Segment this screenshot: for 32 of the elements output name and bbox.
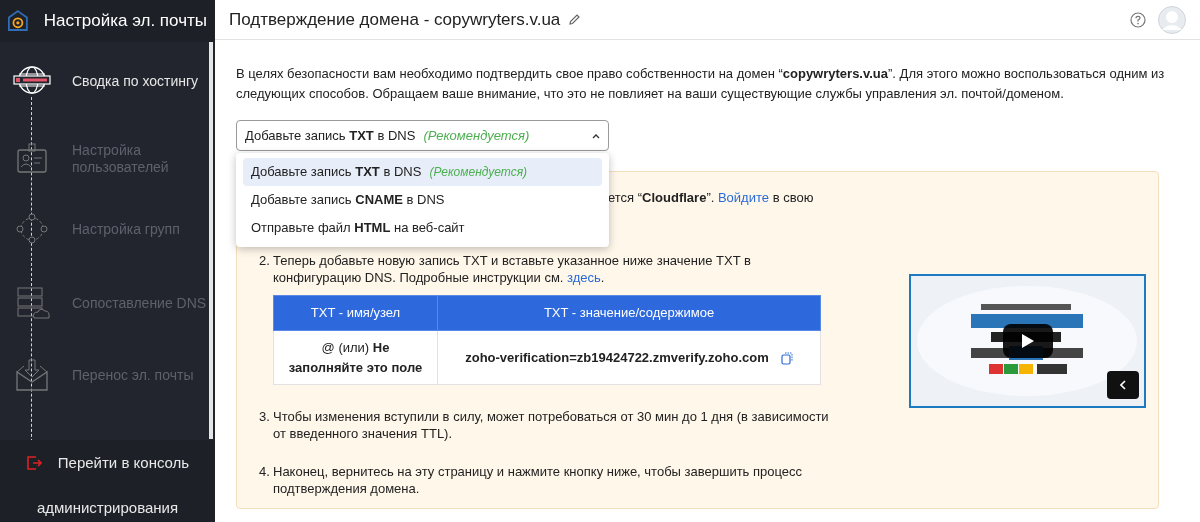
gear-house-icon (8, 9, 28, 33)
instruction-text: ется “Cloudflare”. Войдите в свою (608, 189, 814, 207)
method-select[interactable]: Добавьте запись TXT в DNS (Рекомендуется) (236, 120, 609, 151)
step-number: 4. (259, 463, 271, 481)
chevron-left-icon (1120, 380, 1126, 390)
instruction-text: Чтобы изменения вступили в силу, может потребоваться от 30 мин до 1 дня (в зависимости от введенного значения TTL). (273, 408, 830, 442)
instruction-text: Наконец, вернитесь на эту страницу и нажмите кнопку ниже, чтобы завершить процесс подтверждения домена. (273, 463, 804, 497)
play-button[interactable] (1003, 324, 1053, 358)
sidebar-step[interactable]: Сводка по хостингу (72, 72, 207, 90)
edit-icon[interactable] (568, 13, 582, 26)
link[interactable]: Войдите (717, 190, 769, 205)
intro-text: В целях безопасности вам необходимо подтвердить свое право собственности на домен “copywryters.v.ua”. Для этого можно воспользоваться одним из следующих способов. Обращаем ваше внимание, что это не повлияет на ваши существующие службы управления эл. почтой/доменом. (236, 65, 1166, 103)
link[interactable]: здесь (567, 270, 601, 285)
step-number: 2. (259, 252, 271, 270)
help-icon[interactable] (1130, 11, 1146, 28)
exit-icon (25, 455, 42, 472)
dropdown-option[interactable]: Добавьте запись TXT в DNS (Рекомендуется) (243, 158, 602, 186)
table-cell: @ (или) Не заполняйте это поле (273, 330, 438, 385)
instruction-text: Теперь добавьте новую запись TXT и вставьте указанное ниже значение TXT в конфигурацию DNS. Подробные инструкции см. здесь. (273, 252, 752, 286)
page-title: Подтверждение домена - copywryters.v.ua (229, 8, 561, 31)
dropdown-option[interactable]: Отправьте файл HTML на веб-сайт (243, 214, 602, 242)
sidebar-title: Настройка эл. почты (43, 10, 207, 33)
copy-icon[interactable] (780, 351, 793, 365)
console-link[interactable]: Перейти в консоль (57, 452, 190, 475)
play-icon (1021, 333, 1035, 349)
column-header: TXT - имя/узел (273, 295, 438, 331)
back-button[interactable] (1107, 371, 1139, 399)
dropdown-option[interactable]: Добавьте запись CNAME в DNS (243, 186, 602, 214)
table-cell: zoho-verification=zb19424722.zmverify.zoho.com (465, 349, 769, 365)
column-header: TXT - значение/содержимое (437, 295, 821, 331)
step-number: 3. (259, 408, 271, 426)
console-link-continuation[interactable]: администрирования (36, 496, 179, 519)
